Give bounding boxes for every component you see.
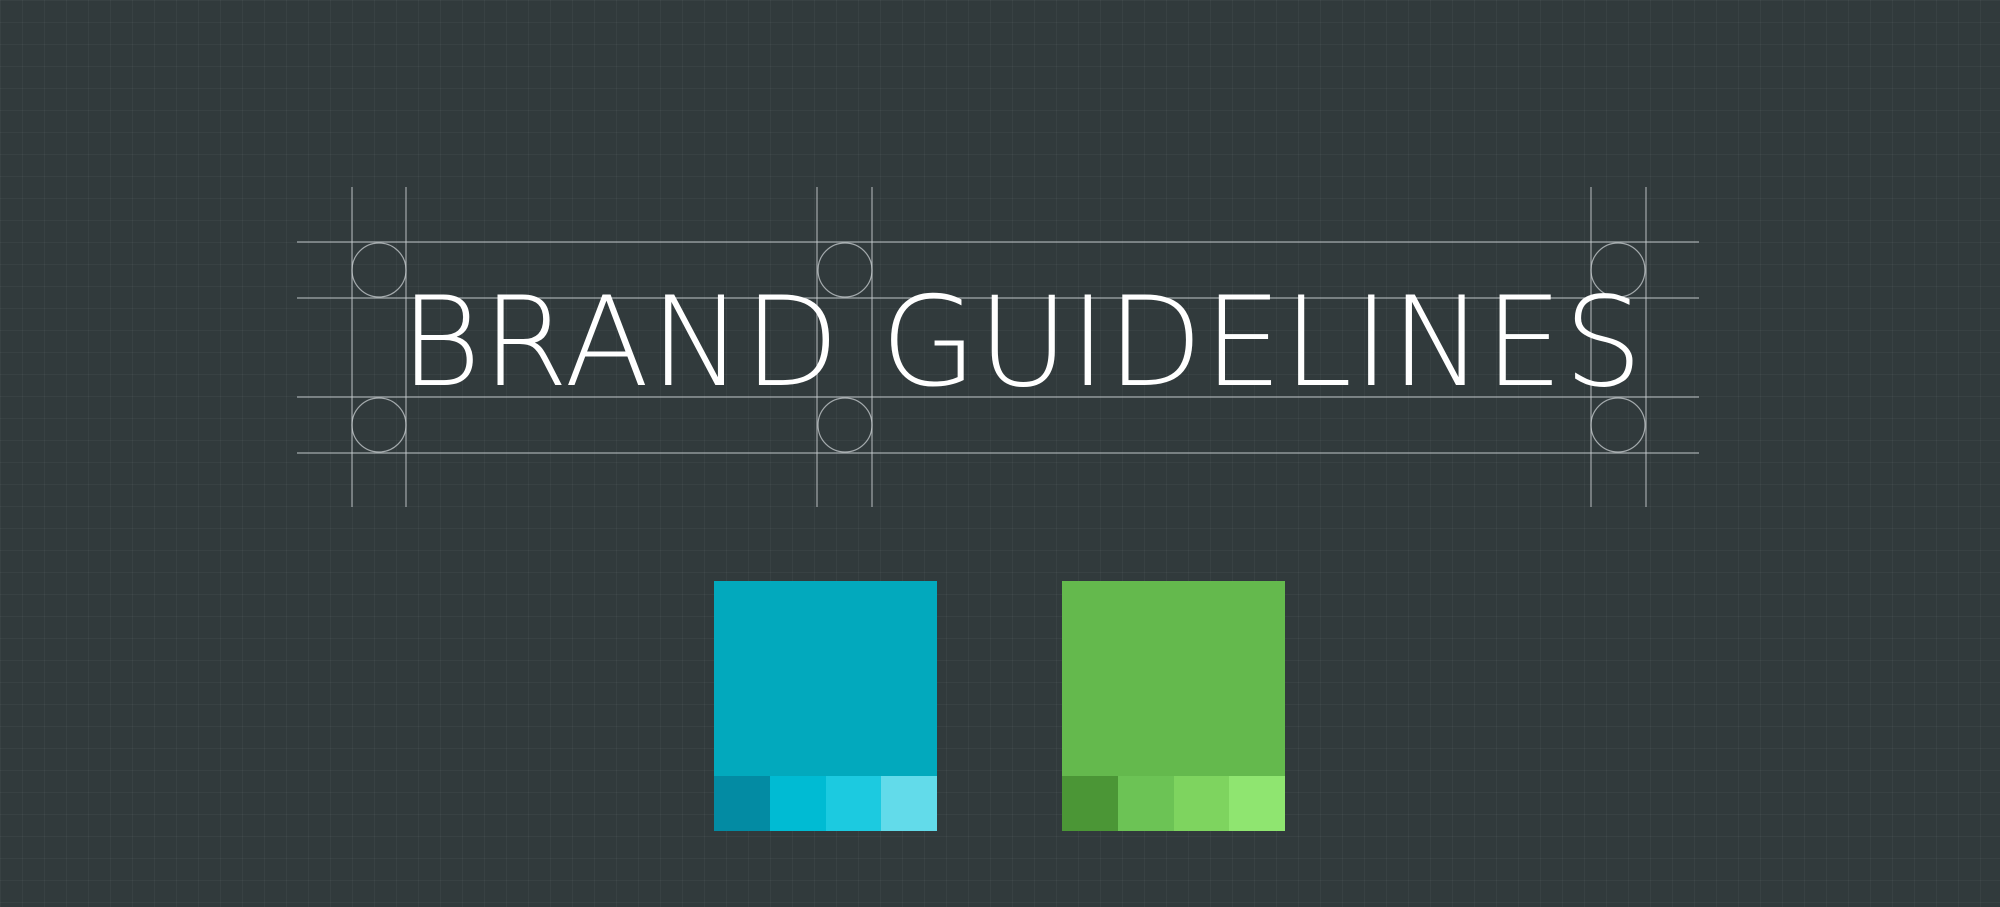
swatch-secondary-main [1062,581,1285,776]
swatch-secondary-tint [1062,776,1118,831]
color-swatch-secondary [1062,581,1285,831]
construction-guides [297,187,1699,507]
guide-circle [351,397,407,453]
color-swatch-primary [714,581,937,831]
swatch-secondary-tints [1062,776,1285,831]
swatch-primary-main [714,581,937,776]
swatch-primary-tint [714,776,770,831]
swatch-secondary-tint [1173,776,1230,831]
swatch-primary-tint [825,776,882,831]
swatch-secondary-tint [1229,776,1285,831]
swatch-primary-tints [714,776,937,831]
swatch-primary-tint [881,776,937,831]
guide-circle [351,242,407,298]
swatch-secondary-tint [1117,776,1174,831]
swatch-primary-tint [769,776,826,831]
page-title: BRAND GUIDELINES [400,271,1644,415]
